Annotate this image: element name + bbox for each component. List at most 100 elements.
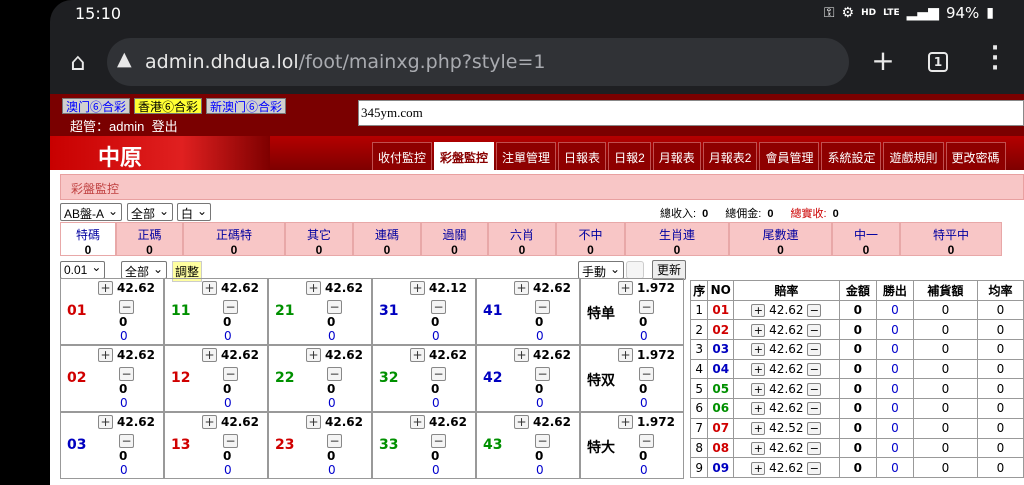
increase-odds-button[interactable]: + [751, 461, 766, 475]
mode-checkbox[interactable] [626, 261, 644, 279]
decrease-odds-button[interactable]: − [535, 300, 550, 314]
increase-odds-button[interactable]: + [751, 422, 766, 436]
menu-item[interactable]: 會員管理 [759, 142, 820, 170]
decrease-odds-button[interactable]: − [807, 422, 822, 436]
increase-odds-button[interactable]: + [410, 281, 425, 295]
address-bar[interactable]: ▲ admin.dhdua.lol/foot/mainxg.php?style=… [107, 38, 849, 86]
increase-odds-button[interactable]: + [202, 281, 217, 295]
decrease-odds-button[interactable]: − [119, 300, 134, 314]
lottery-tab[interactable]: 澳门⑥合彩 [62, 98, 131, 114]
decrease-odds-button[interactable]: − [431, 367, 446, 381]
menu-item[interactable]: 遊戲規則 [883, 142, 944, 170]
new-tab-icon[interactable]: + [868, 44, 898, 77]
category-tab[interactable]: 生肖連 0 [625, 222, 729, 257]
increase-odds-button[interactable]: + [618, 281, 633, 295]
decrease-odds-button[interactable]: − [535, 434, 550, 448]
tab-count-icon[interactable]: 1 [928, 52, 948, 72]
decrease-odds-button[interactable]: − [327, 300, 342, 314]
category-tab[interactable]: 尾數連 0 [729, 222, 832, 257]
increase-odds-button[interactable]: + [751, 402, 766, 416]
color-select[interactable]: 白 [177, 203, 212, 221]
decrease-odds-button[interactable]: − [223, 300, 238, 314]
increase-odds-button[interactable]: + [751, 304, 766, 318]
increase-odds-button[interactable]: + [98, 415, 113, 429]
decrease-odds-button[interactable]: − [431, 434, 446, 448]
decrease-odds-button[interactable]: − [223, 367, 238, 381]
increase-odds-button[interactable]: + [751, 323, 766, 337]
increase-odds-button[interactable]: + [306, 415, 321, 429]
decrease-odds-button[interactable]: − [807, 461, 822, 475]
decrease-odds-button[interactable]: − [807, 382, 822, 396]
menu-item[interactable]: 彩盤監控 [434, 142, 495, 170]
decrease-odds-button[interactable]: − [807, 363, 822, 377]
decrease-odds-button[interactable]: − [535, 367, 550, 381]
increase-odds-button[interactable]: + [618, 348, 633, 362]
category-tab[interactable]: 正碼 0 [116, 222, 183, 257]
decrease-odds-button[interactable]: − [639, 434, 654, 448]
url-text[interactable]: admin.dhdua.lol/foot/mainxg.php?style=1 [145, 51, 545, 73]
category-tab[interactable]: 連碼 0 [353, 222, 421, 257]
decrease-odds-button[interactable]: − [119, 367, 134, 381]
decrease-odds-button[interactable]: − [327, 367, 342, 381]
increase-odds-button[interactable]: + [202, 415, 217, 429]
increase-odds-button[interactable]: + [410, 348, 425, 362]
category-tab[interactable]: 中一 0 [832, 222, 900, 257]
category-tab[interactable]: 正碼特 0 [183, 222, 285, 257]
control-scope-select[interactable]: 全部 [121, 261, 168, 279]
menu-item[interactable]: 月報表2 [702, 142, 758, 170]
increase-odds-button[interactable]: + [410, 415, 425, 429]
decrease-odds-button[interactable]: − [327, 434, 342, 448]
step-select[interactable]: 0.01 [60, 261, 106, 279]
scope-select[interactable]: 全部 [127, 203, 174, 221]
more-menu-icon[interactable]: · · · [985, 38, 1005, 80]
decrease-odds-button[interactable]: − [807, 323, 822, 337]
decrease-odds-button[interactable]: − [807, 402, 822, 416]
category-tab[interactable]: 過關 0 [421, 222, 488, 257]
site-logo: 中原 [50, 136, 270, 170]
decrease-odds-button[interactable]: − [807, 343, 822, 357]
warning-icon[interactable]: ▲ [117, 48, 132, 70]
menu-item[interactable]: 月報表 [652, 142, 701, 170]
decrease-odds-button[interactable]: − [431, 300, 446, 314]
decrease-odds-button[interactable]: − [639, 367, 654, 381]
increase-odds-button[interactable]: + [98, 281, 113, 295]
menu-item[interactable]: 日報2 [608, 142, 651, 170]
category-tab[interactable]: 不中 0 [556, 222, 625, 257]
increase-odds-button[interactable]: + [306, 281, 321, 295]
refresh-button[interactable]: 更新 [652, 260, 686, 280]
board-select[interactable]: AB盤-A [60, 203, 123, 221]
increase-odds-button[interactable]: + [751, 441, 766, 455]
lottery-tab[interactable]: 新澳门⑥合彩 [206, 98, 287, 114]
increase-odds-button[interactable]: + [514, 348, 529, 362]
decrease-odds-button[interactable]: − [807, 304, 822, 318]
decrease-odds-button[interactable]: − [807, 441, 822, 455]
ticker-field[interactable]: 345ym.com [358, 100, 1024, 126]
category-tab[interactable]: 特碼 0 [60, 222, 116, 257]
category-tab[interactable]: 六肖 0 [488, 222, 556, 257]
logout-link[interactable]: 登出 [152, 119, 178, 134]
increase-odds-button[interactable]: + [202, 348, 217, 362]
menu-item[interactable]: 收付監控 [372, 142, 433, 170]
increase-odds-button[interactable]: + [514, 415, 529, 429]
mode-select[interactable]: 手動 [578, 261, 625, 279]
decrease-odds-button[interactable]: − [639, 300, 654, 314]
increase-odds-button[interactable]: + [751, 382, 766, 396]
lottery-tab[interactable]: 香港⑥合彩 [134, 98, 203, 114]
increase-odds-button[interactable]: + [618, 415, 633, 429]
menu-item[interactable]: 系統設定 [821, 142, 882, 170]
increase-odds-button[interactable]: + [306, 348, 321, 362]
decrease-odds-button[interactable]: − [119, 434, 134, 448]
increase-odds-button[interactable]: + [751, 343, 766, 357]
menu-item[interactable]: 更改密碼 [945, 142, 1006, 170]
increase-odds-button[interactable]: + [514, 281, 529, 295]
category-tab[interactable]: 特平中 0 [900, 222, 1002, 257]
row-avg: 0 [976, 417, 1024, 439]
category-count: 0 [146, 243, 153, 257]
menu-item[interactable]: 日報表 [558, 142, 607, 170]
increase-odds-button[interactable]: + [751, 363, 766, 377]
decrease-odds-button[interactable]: − [223, 434, 238, 448]
increase-odds-button[interactable]: + [98, 348, 113, 362]
menu-item[interactable]: 注單管理 [496, 142, 557, 170]
home-icon[interactable]: ⌂ [64, 48, 92, 76]
category-tab[interactable]: 其它 0 [285, 222, 353, 257]
